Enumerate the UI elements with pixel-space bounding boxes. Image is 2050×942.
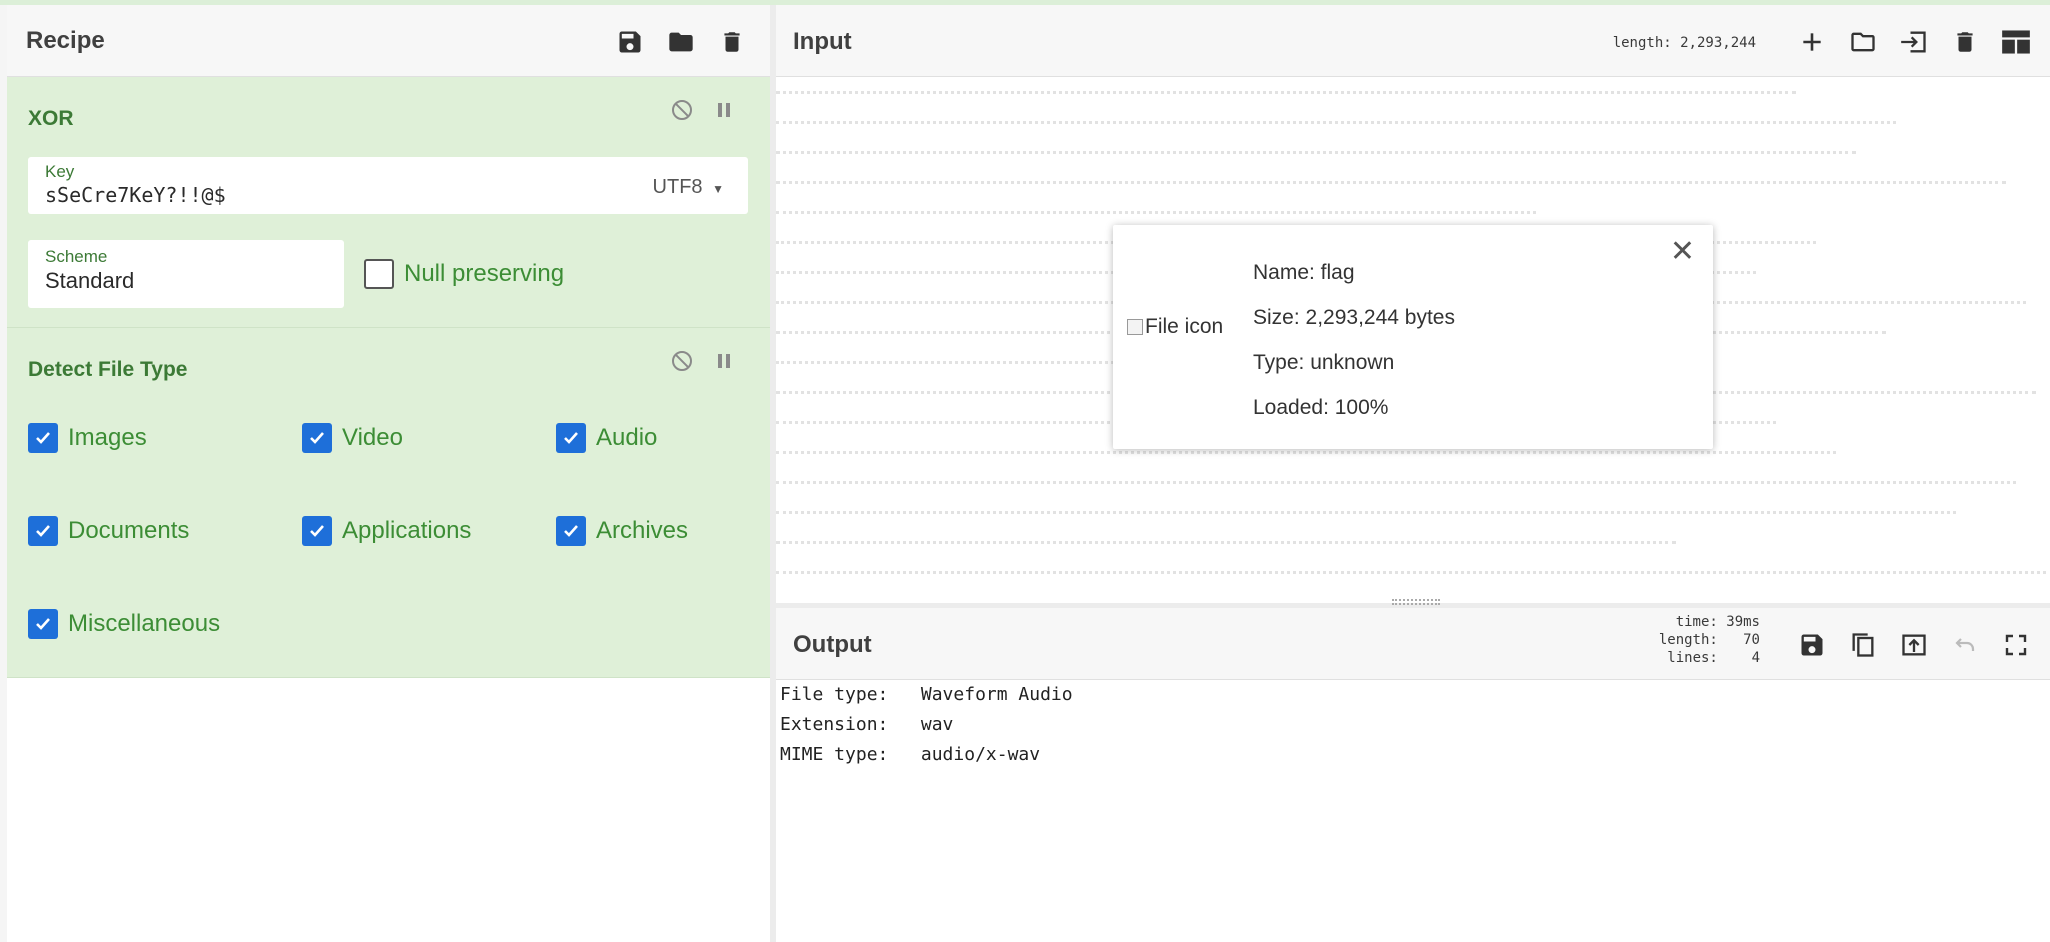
- maximize-icon[interactable]: [1996, 625, 2036, 665]
- file-name: Name: flag: [1253, 261, 1355, 284]
- recipe-panel: Recipe XOR Key sSeCre7KeY?!!@$ UTF8 ▼ Sc…: [7, 5, 770, 942]
- input-title: Input: [793, 28, 852, 55]
- operation-title: Detect File Type: [28, 358, 188, 381]
- option-images[interactable]: Images: [28, 423, 147, 453]
- file-size: Size: 2,293,244 bytes: [1253, 306, 1455, 329]
- save-icon[interactable]: [1792, 625, 1832, 665]
- operation-detect-file-type: Detect File Type Images Video Audio Docu…: [7, 328, 770, 678]
- option-applications[interactable]: Applications: [302, 516, 471, 546]
- pause-icon[interactable]: [709, 346, 739, 376]
- option-archives[interactable]: Archives: [556, 516, 688, 546]
- trash-icon[interactable]: [1945, 22, 1985, 62]
- layout-icon[interactable]: [1996, 22, 2036, 62]
- resize-grip-icon[interactable]: [1392, 599, 1440, 605]
- input-line: [776, 181, 2006, 193]
- output-time: time: 39ms: [1675, 614, 1760, 630]
- output-line: Extension: wav: [780, 714, 954, 735]
- output-header: Output time: 39ms length: 70 lines: 4: [776, 608, 2050, 680]
- input-header: Input length: 2,293,244: [776, 5, 2050, 77]
- input-line: [776, 451, 1836, 463]
- open-in-input-icon[interactable]: [1894, 625, 1934, 665]
- scheme-select[interactable]: Scheme Standard: [28, 240, 344, 308]
- output-line: MIME type: audio/x-wav: [780, 744, 1041, 765]
- input-line: [776, 481, 2016, 493]
- disable-icon[interactable]: [667, 95, 697, 125]
- checkbox-checked[interactable]: [302, 423, 332, 453]
- option-label: Documents: [68, 517, 190, 544]
- folder-icon[interactable]: [1843, 22, 1883, 62]
- operation-xor: XOR Key sSeCre7KeY?!!@$ UTF8 ▼ Scheme St…: [7, 77, 770, 328]
- file-icon: File icon: [1127, 315, 1223, 339]
- output-title: Output: [793, 631, 872, 658]
- import-icon[interactable]: [1894, 22, 1934, 62]
- checkbox-checked[interactable]: [28, 516, 58, 546]
- option-video[interactable]: Video: [302, 423, 403, 453]
- option-label: Audio: [596, 424, 658, 451]
- save-icon[interactable]: [612, 24, 648, 60]
- recipe-header: Recipe: [7, 5, 770, 77]
- input-line: [776, 541, 1676, 553]
- disable-icon[interactable]: [667, 346, 697, 376]
- input-line: [776, 571, 2046, 583]
- recipe-title: Recipe: [26, 27, 105, 54]
- input-length: length: 2,293,244: [1612, 35, 1756, 51]
- close-icon[interactable]: ✕: [1670, 237, 1695, 267]
- folder-icon[interactable]: [663, 24, 699, 60]
- option-label: Video: [342, 424, 403, 451]
- checkbox-checked[interactable]: [28, 609, 58, 639]
- option-miscellaneous[interactable]: Miscellaneous: [28, 609, 220, 639]
- file-type: Type: unknown: [1253, 351, 1395, 374]
- output-text[interactable]: File type: Waveform Audio Extension: wav…: [780, 684, 1073, 774]
- input-line: [776, 121, 1896, 133]
- output-panel: Output time: 39ms length: 70 lines: 4 Fi…: [776, 608, 2050, 942]
- checkbox[interactable]: [364, 259, 394, 289]
- checkbox-checked[interactable]: [556, 516, 586, 546]
- encoding-value: UTF8: [652, 176, 703, 198]
- option-audio[interactable]: Audio: [556, 423, 657, 453]
- encoding-dropdown[interactable]: UTF8 ▼: [653, 176, 724, 199]
- undo-icon[interactable]: [1945, 625, 1985, 665]
- checkbox-checked[interactable]: [556, 423, 586, 453]
- scheme-label: Scheme: [45, 247, 108, 266]
- input-line: [776, 91, 1796, 103]
- null-preserving-option[interactable]: Null preserving: [364, 259, 564, 289]
- file-details-card: File icon Name: flag Size: 2,293,244 byt…: [1113, 225, 1713, 449]
- option-label: Archives: [596, 517, 689, 544]
- file-icon-alt: File icon: [1145, 315, 1224, 338]
- scheme-value: Standard: [45, 268, 135, 293]
- option-label: Images: [68, 424, 147, 451]
- output-length: length: 70: [1658, 632, 1760, 648]
- pause-icon[interactable]: [709, 95, 739, 125]
- option-documents[interactable]: Documents: [28, 516, 189, 546]
- output-line: File type: Waveform Audio: [780, 684, 1073, 705]
- output-lines: lines: 4: [1667, 650, 1760, 666]
- file-loaded: Loaded: 100%: [1253, 396, 1389, 419]
- input-line: [776, 511, 1956, 523]
- checkbox-checked[interactable]: [28, 423, 58, 453]
- key-input[interactable]: sSeCre7KeY?!!@$: [45, 183, 226, 207]
- option-label: Miscellaneous: [68, 610, 221, 637]
- key-label: Key: [45, 162, 75, 181]
- null-preserving-label: Null preserving: [404, 260, 565, 287]
- key-field[interactable]: Key sSeCre7KeY?!!@$ UTF8 ▼: [28, 157, 748, 214]
- broken-image-icon: [1127, 319, 1143, 335]
- plus-icon[interactable]: [1792, 22, 1832, 62]
- checkbox-checked[interactable]: [302, 516, 332, 546]
- operation-title: XOR: [28, 107, 74, 130]
- input-line: [776, 151, 1856, 163]
- trash-icon[interactable]: [714, 24, 750, 60]
- input-line: [776, 211, 1536, 223]
- recipe-gutter: [0, 5, 7, 942]
- caret-down-icon: ▼: [712, 182, 724, 196]
- copy-icon[interactable]: [1843, 625, 1883, 665]
- option-label: Applications: [342, 517, 472, 544]
